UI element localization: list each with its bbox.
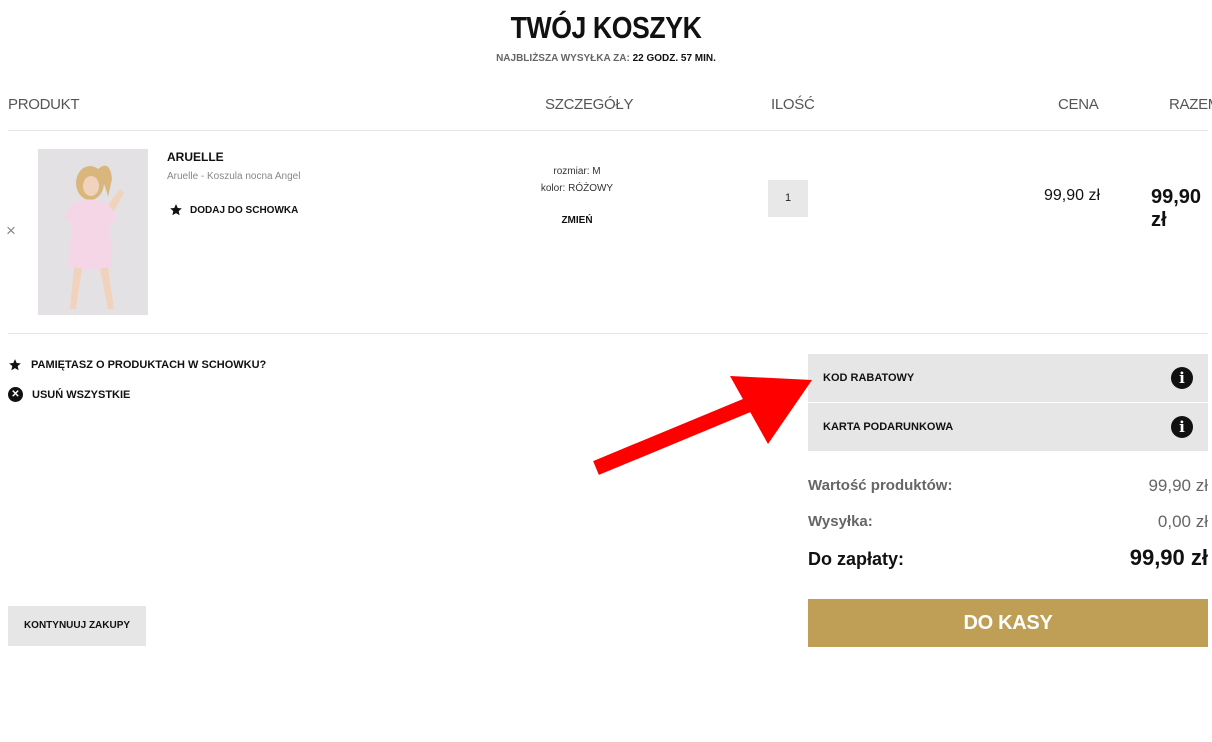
shipping-countdown: NAJBLIŻSZA WYSYŁKA ZA: 22 GODZ. 57 MIN. [0,53,1212,64]
to-pay-label: Do zapłaty: [808,549,905,569]
wishlist-reminder-label: PAMIĘTASZ O PRODUKTACH W SCHOWKU? [31,359,267,371]
item-price: 99,90 zł [1044,187,1101,204]
column-header-product: PRODUKT [8,96,80,113]
wishlist-reminder-link[interactable]: PAMIĘTASZ O PRODUKTACH W SCHOWKU? [8,358,266,372]
column-header-details: SZCZEGÓŁY [545,96,634,113]
product-size: rozmiar: M [553,166,601,177]
column-header-price: CENA [1058,96,1099,113]
shipping-label: Wysyłka: [808,513,873,530]
shipping-countdown-time: 22 GODZ. 57 MIN. [632,53,716,64]
discount-code-label: KOD RABATOWY [823,372,915,384]
quantity-input[interactable]: 1 [768,180,808,217]
remove-all-button[interactable]: ✕ USUŃ WSZYSTKIE [8,387,130,402]
star-icon [9,359,21,371]
product-image[interactable] [38,149,148,315]
info-icon[interactable]: i [1171,416,1193,438]
change-variant-button[interactable]: ZMIEŃ [527,215,627,226]
annotation-arrow-icon [593,376,812,475]
gift-card-label: KARTA PODARUNKOWA [823,421,954,433]
remove-all-label: USUŃ WSZYSTKIE [32,388,131,401]
continue-shopping-button[interactable]: KONTYNUUJ ZAKUPY [8,606,146,646]
gift-card-accordion[interactable]: KARTA PODARUNKOWA i [808,403,1208,451]
remove-item-icon[interactable]: × [6,222,16,239]
checkout-button[interactable]: DO KASY [808,599,1208,647]
add-to-wishlist-button[interactable]: DODAJ DO SCHOWKA [169,203,298,217]
page-title: TWÓJ KOSZYK [510,10,702,45]
shipping-value: 0,00 zł [1157,512,1208,531]
close-circle-icon: ✕ [8,387,23,402]
product-name[interactable]: Aruelle - Koszula nocna Angel [167,171,300,182]
to-pay-value: 99,90 zł [1129,545,1208,570]
products-value: 99,90 zł [1148,476,1208,495]
product-brand[interactable]: ARUELLE [167,150,224,164]
add-to-wishlist-label: DODAJ DO SCHOWKA [190,204,299,216]
shipping-countdown-label: NAJBLIŻSZA WYSYŁKA ZA: [496,53,630,64]
item-total: 99,90 zł [1151,186,1202,231]
info-icon[interactable]: i [1171,367,1193,389]
discount-code-accordion[interactable]: KOD RABATOWY i [808,354,1208,402]
column-header-total: RAZEM [1169,96,1212,113]
item-divider [8,333,1208,334]
header-divider [8,130,1208,131]
star-icon [170,204,182,216]
column-header-quantity: ILOŚĆ [771,96,815,113]
product-color: kolor: RÓŻOWY [540,183,614,194]
